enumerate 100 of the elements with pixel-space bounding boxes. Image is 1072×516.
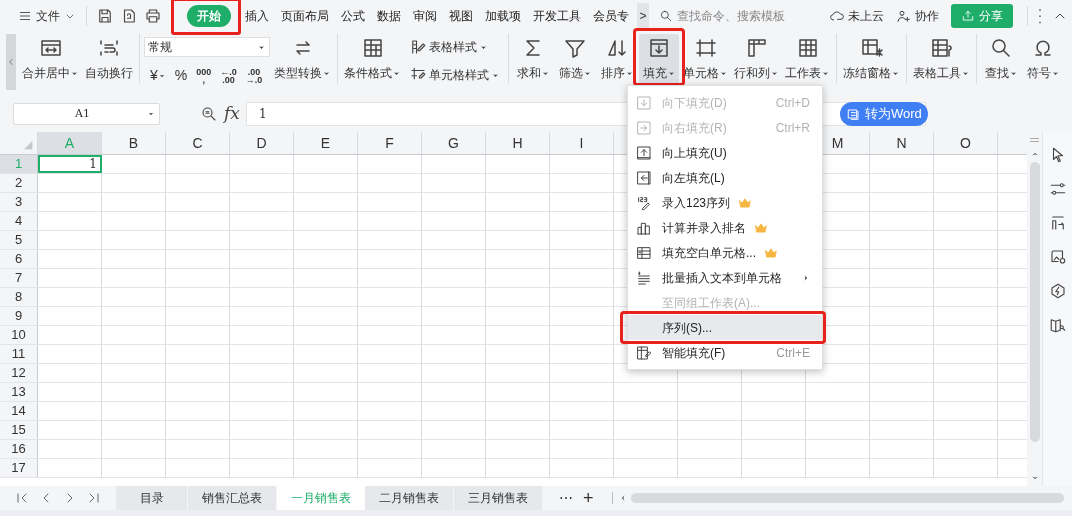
menu-item[interactable]: 录入123序列 [628,190,822,215]
column-header[interactable]: H [486,132,550,154]
row-header[interactable]: 17 [0,459,38,477]
menu-item[interactable]: 计算并录入排名 [628,215,822,240]
row-header[interactable]: 2 [0,174,38,192]
list-icon [636,269,652,286]
search-icon [659,9,673,23]
decimal-button[interactable]: 000 , [196,67,212,84]
menu-item[interactable]: 批量插入文本到单元格 [628,265,822,290]
column-header[interactable]: I [550,132,614,154]
scroll-up-icon [1030,150,1039,158]
zoom-button[interactable] [200,105,218,123]
decimal-button[interactable]: ←.0 .00 [220,67,237,84]
ribbon-button[interactable]: 查找 [981,34,1021,84]
sheet-tab[interactable]: 目录 [116,486,188,510]
ribbon-button[interactable]: 符号 [1023,34,1063,84]
scrollbar-thumb[interactable] [630,493,1064,503]
ribbon-button[interactable]: 自动换行 [83,34,135,84]
ribbon-button[interactable]: 表格工具 [911,34,972,84]
more-icon [1038,8,1042,24]
lightning-button[interactable] [1048,282,1067,300]
document-icon [845,106,862,122]
column-header[interactable]: E [294,132,358,154]
collaborate-button[interactable]: 协作 [896,7,939,25]
image-edit-icon [1048,248,1067,266]
column-header[interactable]: F [358,132,422,154]
column-header[interactable]: C [166,132,230,154]
more-sheets-button[interactable]: ⋯ [559,487,573,509]
row-header[interactable]: 16 [0,440,38,458]
search-field[interactable]: 查找命令、搜索模板 [659,7,809,25]
sheet-tab[interactable]: 销售汇总表 [188,486,277,510]
menu-item[interactable]: 智能填充(F) Ctrl+E [628,340,822,365]
row-header[interactable]: 8 [0,288,38,306]
function-button[interactable]: fx [224,101,240,127]
sheet-tab[interactable]: 二月销售表 [365,486,454,510]
row-header[interactable]: 15 [0,421,38,439]
sliders-button[interactable] [1048,180,1067,198]
currency-button[interactable]: ¥ [150,65,166,86]
ribbon-button[interactable]: 条件格式 [342,34,403,84]
ribbon-button[interactable]: 行和列 [732,34,781,84]
ribbon-tab[interactable]: 审阅 [407,5,443,27]
ribbon-tab[interactable]: 数据 [371,5,407,27]
more-tabs-button[interactable]: > [637,3,649,29]
row-header[interactable]: 7 [0,269,38,287]
ribbon-tab[interactable]: 插入 [239,5,275,27]
ribbon-button[interactable]: 冻结窗格 [841,34,902,84]
row-header[interactable]: 5 [0,231,38,249]
ribbon-button[interactable]: 工作表 [783,34,832,84]
number-format-select[interactable]: 常规 [144,37,270,57]
menu-item[interactable]: 填充空白单元格... [628,240,822,265]
image-edit-button[interactable] [1048,248,1067,266]
table-cell[interactable]: 1 [38,155,102,173]
ribbon-button[interactable]: 求和 [513,34,553,84]
more-options-button[interactable] [1038,8,1042,24]
row-header[interactable]: 13 [0,383,38,401]
row-header[interactable]: 14 [0,402,38,420]
row-header[interactable]: 12 [0,364,38,382]
add-sheet-button[interactable]: + [583,489,594,507]
fill-right-icon [636,119,652,136]
ribbon-button[interactable]: 类型转换 [272,34,333,84]
ribbon-button[interactable]: 合并居中 [20,34,81,84]
fill-down-icon [647,36,671,60]
row-header[interactable]: 9 [0,307,38,325]
ribbon-tab[interactable]: 加载项 [479,5,527,27]
fill-up-icon [636,144,652,161]
scroll-down-icon [1030,474,1039,482]
ribbon-tab[interactable]: 公式 [335,5,371,27]
scrollbar-thumb[interactable] [1029,162,1040,442]
row-header[interactable]: 3 [0,193,38,211]
ribbon-tab[interactable]: 会员专 [587,5,635,27]
ribbon-button[interactable]: 填充 [639,34,679,84]
search-icon [989,36,1013,60]
ribbon-button[interactable]: 单元格样式 [409,66,500,84]
row-header[interactable]: 11 [0,345,38,363]
ribbon-button[interactable]: 表格样式 [409,38,500,56]
ribbon-tab[interactable]: 视图 [443,5,479,27]
ribbon-button[interactable]: 筛选 [555,34,595,84]
percent-button[interactable]: % [174,65,188,86]
decimal-button[interactable]: .00 →.0 [245,67,263,84]
convert-to-word-button[interactable]: 转为Word [839,102,928,126]
file-menu[interactable]: 文件 [18,7,76,25]
column-header[interactable]: B [102,132,166,154]
ribbon-tab[interactable]: 开发工具 [527,5,587,27]
menu-item[interactable]: 向左填充(L) [628,165,822,190]
column-header[interactable]: D [230,132,294,154]
cloud-status[interactable]: 未上云 [829,7,884,25]
column-header[interactable]: G [422,132,486,154]
row-header[interactable]: 6 [0,250,38,268]
name-box[interactable]: A1 [13,103,160,125]
sheet-tab[interactable]: 三月销售表 [454,486,543,510]
ribbon-button[interactable]: 排序 [597,34,637,84]
row-header[interactable]: 10 [0,326,38,344]
column-header[interactable]: O [934,132,998,154]
book-search-icon [1048,316,1067,334]
column-header[interactable]: N [870,132,934,154]
menu-item[interactable]: 序列(S)... [628,315,822,340]
row-header[interactable]: 4 [0,212,38,230]
save-icon [96,7,114,25]
ribbon-tab[interactable]: 页面布局 [275,5,335,27]
book-search-button[interactable] [1048,316,1067,334]
